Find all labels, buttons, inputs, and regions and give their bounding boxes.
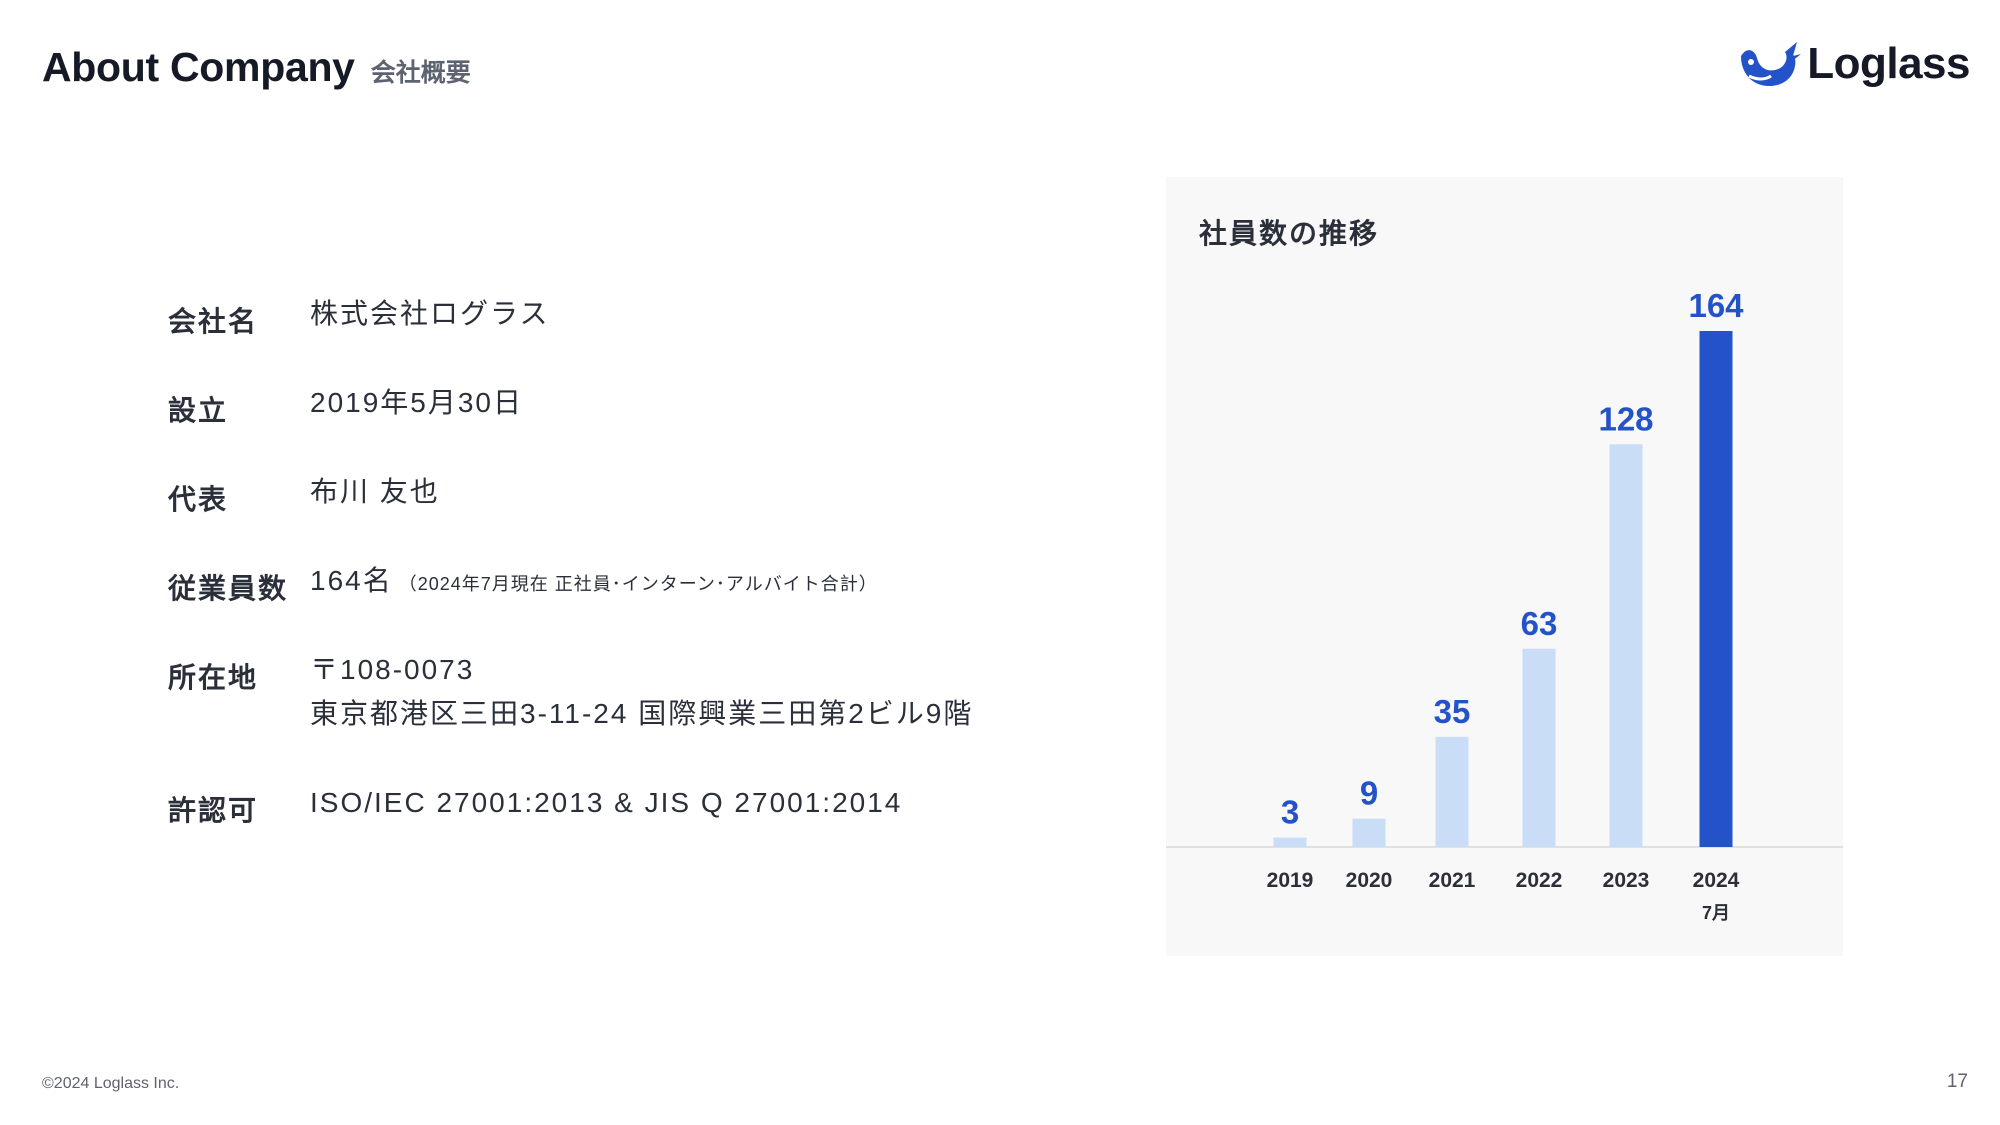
info-note: （2024年7月現在 正社員･インターン･アルバイト合計） bbox=[398, 574, 878, 594]
tick-sublabel-2024: 7月 bbox=[1702, 903, 1730, 923]
data-label-2023: 128 bbox=[1598, 400, 1653, 437]
info-value-wrap: 164名 （2024年7月現在 正社員･インターン･アルバイト合計） bbox=[310, 559, 878, 606]
info-label: 設立 bbox=[168, 395, 229, 426]
company-logo: Loglass bbox=[1735, 38, 1970, 90]
data-label-2024: 164 bbox=[1688, 287, 1744, 324]
info-label: 許認可 bbox=[168, 795, 259, 826]
bar-2021 bbox=[1435, 736, 1469, 847]
tick-label-2019: 2019 bbox=[1267, 869, 1314, 892]
bar-2023 bbox=[1609, 444, 1643, 847]
address: 東京都港区三田3-11-24 国際興業三田第2ビル9階 bbox=[310, 698, 974, 729]
postal-code: 〒108-0073 bbox=[310, 654, 475, 685]
whale-logo-icon bbox=[1741, 42, 1802, 86]
tick-label-2024: 2024 bbox=[1693, 869, 1740, 892]
info-label: 会社名 bbox=[168, 306, 259, 337]
data-label-2022: 63 bbox=[1521, 605, 1558, 642]
tick-label-2020: 2020 bbox=[1346, 869, 1393, 892]
info-value: 2019年5月30日 bbox=[310, 387, 524, 418]
bar-2020 bbox=[1352, 818, 1386, 847]
employee-chart-panel: 社員数の推移 3 2019 9 2020 35 2021 63 2022 128 2023 164 2… bbox=[1166, 177, 1843, 956]
copyright: ©2024 Loglass Inc. bbox=[42, 1075, 180, 1092]
info-value: 164名 bbox=[310, 565, 393, 596]
bar-2022 bbox=[1522, 648, 1556, 847]
info-label: 所在地 bbox=[168, 662, 259, 693]
logo-wordmark: Loglass bbox=[1807, 39, 1970, 88]
info-value: 株式会社ログラス bbox=[310, 298, 550, 329]
page-header: About Company 会社概要 bbox=[42, 44, 471, 91]
data-label-2019: 3 bbox=[1281, 794, 1299, 831]
tick-label-2021: 2021 bbox=[1429, 869, 1476, 892]
page-subtitle: 会社概要 bbox=[370, 59, 471, 87]
page-title: About Company bbox=[42, 44, 355, 90]
info-value: ISO/IEC 27001:2013 & JIS Q 27001:2014 bbox=[310, 787, 903, 818]
page-number: 17 bbox=[1946, 1071, 1968, 1092]
info-label: 従業員数 bbox=[168, 573, 289, 604]
data-label-2020: 9 bbox=[1360, 775, 1378, 812]
tick-label-2022: 2022 bbox=[1516, 869, 1563, 892]
bar-chart: 3 2019 9 2020 35 2021 63 2022 128 2023 164 2024 7月 bbox=[1166, 287, 1843, 923]
tick-label-2023: 2023 bbox=[1603, 869, 1650, 892]
info-label: 代表 bbox=[168, 484, 229, 515]
bar-2019 bbox=[1273, 837, 1307, 847]
bar-2024 bbox=[1699, 331, 1733, 847]
info-value-wrap: 〒108-0073 東京都港区三田3-11-24 国際興業三田第2ビル9階 bbox=[310, 648, 973, 736]
info-value: 布川 友也 bbox=[310, 476, 440, 507]
data-label-2021: 35 bbox=[1434, 693, 1471, 730]
